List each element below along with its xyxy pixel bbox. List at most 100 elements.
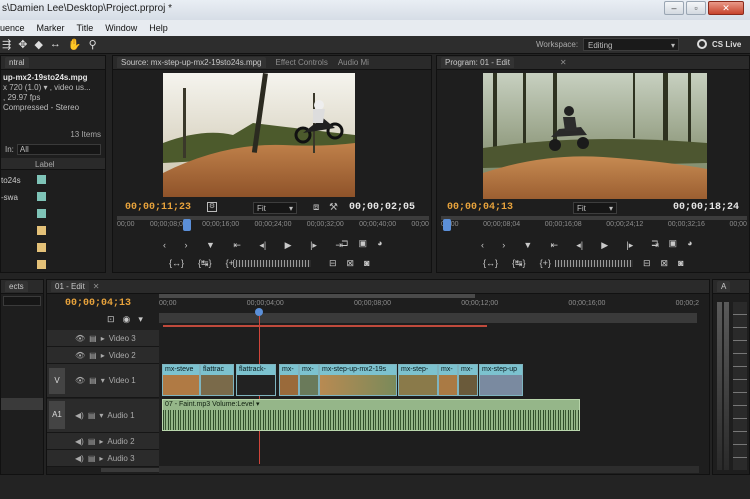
speaker-icon[interactable]: ◀) (75, 454, 84, 463)
video-clip[interactable]: mx-step-up (479, 364, 523, 396)
expand-icon[interactable]: ▸ (99, 437, 103, 446)
snap-icon[interactable]: ⊡ (107, 314, 115, 325)
export-frame-icon[interactable]: ◕ (687, 238, 692, 249)
audio-clip[interactable]: 07 - Faint.mp3 Volume:Level ▾ (162, 399, 580, 431)
in-select[interactable]: All (16, 143, 101, 155)
razor-icon[interactable]: ◆ (34, 38, 42, 51)
hand-icon[interactable]: ✋ (68, 38, 82, 51)
video-clip[interactable]: mx- (458, 364, 478, 396)
mark-in-icon[interactable]: ‹ (163, 240, 166, 251)
marker-icon[interactable]: ⧈ (313, 202, 319, 213)
lift-icon[interactable]: ⊐ (651, 238, 659, 249)
play-in-out-icon[interactable]: {↔} (169, 258, 184, 269)
tab-source[interactable]: Source: mx-step-up-mx2-19sto24s.mpg (117, 57, 266, 68)
list-item[interactable]: -swa (1, 189, 105, 206)
timeline-ruler[interactable]: 00;00 00;00;04;00 00;00;08;00 00;00;12;00 00… (159, 300, 699, 312)
effects-selected-row[interactable] (1, 398, 43, 410)
lock-icon[interactable]: ▤ (88, 411, 96, 420)
menu-help[interactable]: Help (149, 23, 168, 33)
eye-icon[interactable]: 👁 (75, 351, 85, 360)
speaker-icon[interactable]: ◀) (75, 411, 84, 420)
loop-icon[interactable]: {↹} (198, 258, 212, 269)
extract-icon[interactable]: ▣ (669, 238, 678, 249)
close-icon[interactable]: ✕ (93, 282, 100, 291)
mark-out-icon[interactable]: › (184, 240, 187, 251)
close-icon[interactable]: ✕ (560, 58, 567, 67)
source-jog-shuttle[interactable] (233, 260, 311, 267)
audio-target[interactable]: A1 (49, 401, 65, 429)
program-fit-select[interactable]: Fit ▾ (573, 202, 617, 214)
menu-sequence[interactable]: uence (0, 23, 25, 33)
insert-icon[interactable]: ⊐ (341, 238, 349, 249)
list-item[interactable] (1, 257, 105, 274)
work-area-bar[interactable] (159, 313, 697, 323)
lock-icon[interactable]: ▤ (89, 351, 97, 360)
overlay-edit-icon[interactable]: ⊠ (347, 258, 355, 269)
close-button[interactable]: ✕ (708, 1, 744, 15)
go-in-icon[interactable]: ⇤ (233, 240, 241, 251)
step-forward-icon[interactable]: |▸ (310, 240, 317, 251)
source-current-timecode[interactable]: 00;00;11;23 (125, 202, 191, 213)
tab-audio-mixer[interactable]: Audio Mi (338, 58, 369, 67)
program-zoom-bar[interactable] (441, 216, 747, 220)
zoom-icon[interactable]: ⚲ (89, 38, 97, 51)
video-clip[interactable]: mx- (299, 364, 319, 396)
project-tab[interactable]: ntral (5, 57, 29, 68)
video-clip[interactable]: mx-step-up-mx2-19s (319, 364, 397, 396)
go-in-icon[interactable]: ⇤ (550, 240, 558, 251)
tab-effects[interactable]: ects (5, 281, 28, 292)
collapse-icon[interactable]: ▾ (101, 376, 105, 385)
ripple-icon[interactable]: ✥ (18, 38, 27, 51)
source-time-ruler[interactable]: 00;00 00;00;08;00 00;00;16;00 00;00;24;00 00… (117, 221, 429, 233)
program-playhead[interactable] (443, 219, 451, 231)
lock-icon[interactable]: ▤ (89, 334, 97, 343)
step-back-icon[interactable]: ◂| (576, 240, 583, 251)
marker-set-icon[interactable]: ▼ (523, 240, 532, 251)
tab-program[interactable]: Program: 01 - Edit (441, 57, 514, 68)
track-audio-2[interactable]: ◀) ▤ ▸ Audio 2 (47, 433, 159, 450)
expand-icon[interactable]: ▸ (99, 454, 103, 463)
export-frame-icon[interactable]: ◕ (377, 238, 382, 249)
mark-in-icon[interactable]: ‹ (481, 240, 484, 251)
mark-out-icon[interactable]: › (502, 240, 505, 251)
safe-margins-icon[interactable]: {+} (540, 258, 551, 269)
menu-marker[interactable]: Marker (37, 23, 65, 33)
trim-icon[interactable]: ⊟ (643, 258, 651, 269)
speaker-icon[interactable]: ◀) (75, 437, 84, 446)
lock-icon[interactable]: ▤ (89, 376, 97, 385)
multicam-icon[interactable]: ⊠ (661, 258, 669, 269)
wrench-icon[interactable]: ⚒ (329, 202, 338, 213)
video-target[interactable]: V (49, 368, 65, 394)
track-zoom-slider[interactable] (101, 468, 161, 472)
cs-live-icon[interactable] (697, 39, 707, 49)
timeline-zoom-bar[interactable] (159, 294, 475, 298)
menu-window[interactable]: Window (105, 23, 137, 33)
list-item[interactable] (1, 240, 105, 257)
timeline-playhead-handle[interactable] (255, 308, 263, 316)
list-item[interactable]: to24s (1, 172, 105, 189)
video-clip[interactable]: mx- (279, 364, 299, 396)
label-column-header[interactable]: Label (35, 160, 55, 169)
loop-icon[interactable]: {↹} (512, 258, 526, 269)
video-clip[interactable]: flattrack- (236, 364, 276, 396)
program-jog-shuttle[interactable] (555, 260, 633, 267)
add-marker-icon[interactable]: ▾ (138, 314, 143, 325)
track-video-3[interactable]: 👁 ▤ ▸ Video 3 (47, 330, 159, 347)
video-clip[interactable]: flattrac (200, 364, 234, 396)
source-playhead[interactable] (183, 219, 191, 231)
video-clip[interactable]: mx-step- (398, 364, 438, 396)
track-video-2[interactable]: 👁 ▤ ▸ Video 2 (47, 347, 159, 364)
play-icon[interactable]: ▶ (285, 240, 292, 251)
marker-set-icon[interactable]: ▼ (206, 240, 215, 251)
timeline-timecode[interactable]: 00;00;04;13 (65, 298, 131, 309)
tab-audio-meters[interactable]: A (717, 281, 731, 292)
step-back-icon[interactable]: ◂| (259, 240, 266, 251)
track-audio-3[interactable]: ◀) ▤ ▸ Audio 3 (47, 450, 159, 467)
lock-icon[interactable]: ▤ (88, 454, 96, 463)
video-clip[interactable]: mx-steve (162, 364, 200, 396)
maximize-button[interactable]: ▫ (686, 1, 706, 15)
menu-title[interactable]: Title (77, 23, 94, 33)
slip-icon[interactable]: ↔ (50, 38, 61, 51)
video-clip[interactable]: mx- (438, 364, 458, 396)
lock-icon[interactable]: ▤ (88, 437, 96, 446)
